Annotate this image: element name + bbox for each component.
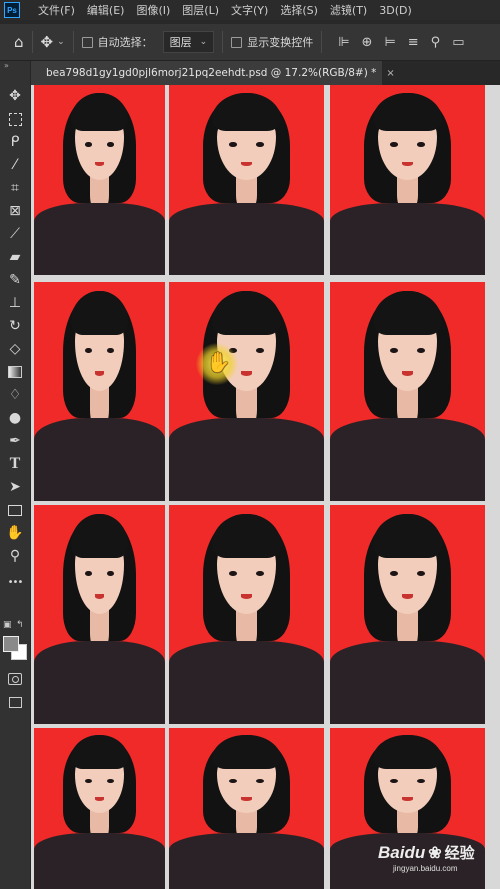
menu-type[interactable]: 文字(Y) (231, 2, 268, 18)
move-tool-preset-icon[interactable]: ✥ (41, 33, 54, 51)
options-bar: ⌂ ✥ ⌄ 自动选择： 图层 ⌄ 显示变换控件 ⊫ ⊕ ⊨ ≡ ⚲ ▭ (0, 24, 500, 61)
screen-mode-icon[interactable] (0, 691, 30, 713)
divider (321, 31, 323, 53)
auto-select-label: 自动选择： (97, 36, 153, 49)
id-photo (34, 505, 165, 724)
id-photo (34, 85, 165, 275)
healing-brush-tool-icon[interactable]: ▰ (0, 246, 30, 268)
blur-tool-icon[interactable]: ♢ (0, 384, 30, 406)
foreground-color-swatch[interactable] (3, 636, 19, 652)
menu-image[interactable]: 图像(I) (136, 2, 170, 18)
id-photo (169, 728, 324, 889)
align-controls: ⊫ ⊕ ⊨ ≡ ⚲ ▭ (338, 35, 464, 50)
eraser-tool-icon[interactable]: ◇ (0, 338, 30, 360)
watermark-brand: Baidu (378, 842, 426, 862)
id-photo (34, 728, 165, 889)
id-photo (330, 85, 485, 275)
menu-file[interactable]: 文件(F) (38, 2, 75, 18)
crop-tool-icon[interactable]: ⌗ (0, 177, 30, 199)
align-left-icon[interactable]: ⊫ (338, 35, 349, 50)
menu-select[interactable]: 选择(S) (280, 2, 318, 18)
menu-layer[interactable]: 图层(L) (182, 2, 219, 18)
magic-wand-tool-icon[interactable]: ⁄ (0, 154, 30, 176)
chevron-down-icon[interactable]: ⌄ (57, 37, 65, 47)
hand-tool-icon[interactable]: ✋ (0, 522, 30, 544)
id-photo (330, 282, 485, 501)
lasso-tool-icon[interactable]: ᑭ (0, 131, 30, 153)
align-center-icon[interactable]: ⊕ (362, 35, 373, 50)
align-right-icon[interactable]: ⊨ (384, 35, 395, 50)
show-transform-checkbox[interactable] (231, 36, 243, 48)
gradient-tool-icon[interactable] (0, 361, 30, 383)
tools-panel: » ✥ ᑭ ⁄ ⌗ ⊠ ⟋ ▰ ✎ ⊥ ↻ ◇ ♢ ● ✒ T ➤ ✋ ⚲ ••… (0, 61, 31, 889)
frame-tool-icon[interactable]: ⊠ (0, 200, 30, 222)
show-transform-label: 显示变换控件 (247, 36, 314, 49)
path-selection-tool-icon[interactable]: ➤ (0, 476, 30, 498)
history-brush-tool-icon[interactable]: ↻ (0, 315, 30, 337)
swap-colors-icon[interactable]: ↰ (16, 620, 24, 630)
search-icon[interactable]: ⚲ (431, 35, 441, 50)
home-icon[interactable]: ⌂ (14, 33, 24, 51)
menu-3d[interactable]: 3D(D) (379, 4, 412, 17)
auto-select-checkbox[interactable] (81, 36, 93, 48)
id-photo (169, 505, 324, 724)
menu-bar: Ps 文件(F) 编辑(E) 图像(I) 图层(L) 文字(Y) 选择(S) 滤… (0, 0, 500, 20)
type-tool-icon[interactable]: T (0, 453, 30, 475)
more-tools-icon[interactable]: ••• (0, 571, 30, 593)
layer-select-value: 图层 (169, 36, 192, 49)
close-icon[interactable]: × (386, 68, 394, 79)
brush-tool-icon[interactable]: ✎ (0, 269, 30, 291)
document-tab-title: bea798d1gy1gd0pjl6morj21pq2eehdt.psd @ 1… (46, 67, 377, 79)
id-photo (330, 505, 485, 724)
move-tool-icon[interactable]: ✥ (0, 85, 30, 107)
dodge-tool-icon[interactable]: ● (0, 407, 30, 429)
menu-edit[interactable]: 编辑(E) (87, 2, 125, 18)
quick-mask-icon[interactable] (0, 668, 30, 690)
divider (31, 31, 33, 53)
eyedropper-tool-icon[interactable]: ⟋ (0, 223, 30, 245)
watermark-product: 经验 (444, 845, 475, 862)
rectangle-tool-icon[interactable] (0, 499, 30, 521)
layer-select-dropdown[interactable]: 图层 ⌄ (162, 31, 215, 53)
photoshop-logo-icon[interactable]: Ps (4, 2, 20, 18)
watermark-url: jingyan.baidu.com (393, 864, 458, 873)
divider (222, 31, 224, 53)
clone-stamp-tool-icon[interactable]: ⊥ (0, 292, 30, 314)
zoom-tool-icon[interactable]: ⚲ (0, 545, 30, 567)
baidu-jingyan-watermark: Baidu ❀ 经验 (378, 842, 475, 863)
document-tab-bar: bea798d1gy1gd0pjl6morj21pq2eehdt.psd @ 1… (30, 61, 500, 85)
workspace-icon[interactable]: ▭ (452, 35, 464, 50)
chevron-down-icon: ⌄ (199, 37, 208, 47)
hand-cursor-icon: ✋ (206, 350, 231, 374)
document-tab[interactable]: bea798d1gy1gd0pjl6morj21pq2eehdt.psd @ 1… (30, 61, 395, 85)
id-photo (169, 282, 324, 501)
menu-filter[interactable]: 滤镜(T) (330, 2, 367, 18)
divider (72, 31, 74, 53)
pen-tool-icon[interactable]: ✒ (0, 430, 30, 452)
distribute-icon[interactable]: ≡ (408, 35, 419, 50)
default-colors-icon[interactable]: ▣ (3, 620, 12, 630)
id-photo (34, 282, 165, 501)
id-photo (169, 85, 324, 275)
document-canvas[interactable] (31, 85, 500, 889)
marquee-tool-icon[interactable] (0, 108, 30, 130)
baidu-paw-icon: ❀ (428, 844, 442, 862)
collapse-panel-icon[interactable]: » (4, 61, 9, 70)
